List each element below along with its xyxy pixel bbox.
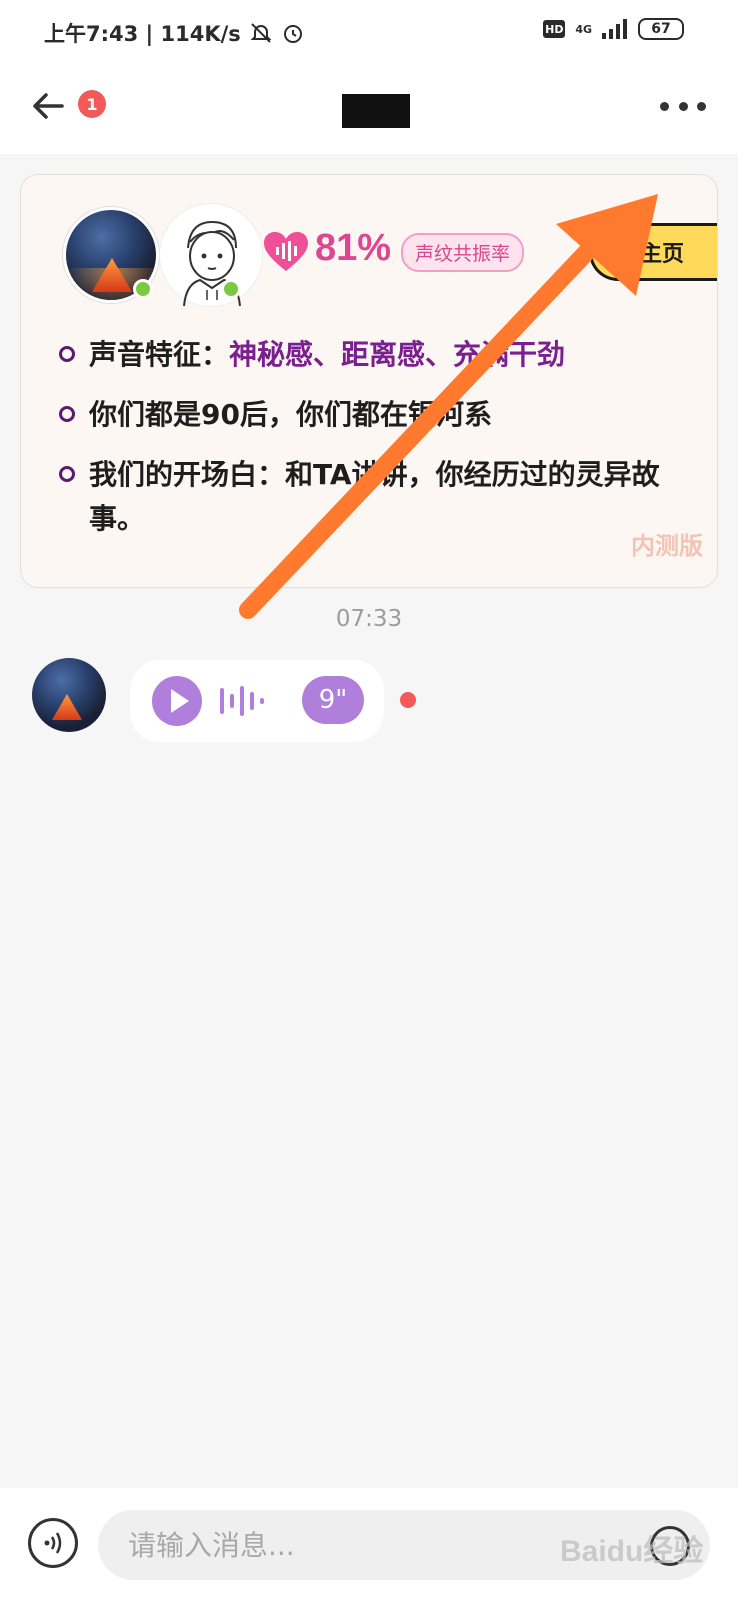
bullet-icon [59,406,75,422]
back-arrow-icon[interactable] [28,84,72,128]
unplayed-indicator [400,692,416,708]
alarm-icon [283,25,302,43]
match-card: 81% 声纹共振率 看主页 声音特征：神秘感、距离感、充满干劲 你们都是90后，… [20,174,718,588]
voice-message-bubble[interactable]: 9" [130,660,384,742]
message-timestamp: 07:33 [335,606,403,632]
status-left: 上午7:43 | 114K/s [44,18,305,48]
play-icon[interactable] [152,676,202,726]
unread-badge: 1 [78,90,106,118]
bullet-icon [59,466,75,482]
bullet-icon [59,346,75,362]
battery-icon: 67 [638,18,684,40]
voice-input-icon[interactable] [28,1518,78,1568]
view-profile-button[interactable]: 看主页 [589,223,717,281]
more-options-button[interactable] [660,88,706,124]
match-percent: 81% [315,227,392,269]
baidu-watermark: Baidu经验 [560,1535,704,1568]
online-indicator [221,279,241,299]
status-bar: 上午7:43 | 114K/s HD 4G 67 [0,0,738,66]
status-right: HD 4G 67 [543,18,684,40]
trait-item: 声音特征：神秘感、距离感、充满干劲 [59,333,689,377]
trait-item: 我们的开场白：和TA讲讲，你经历过的灵异故事。 [59,453,689,541]
dot-icon [697,101,706,111]
match-avatar[interactable] [159,203,263,307]
match-percent-label: 声纹共振率 [401,233,525,272]
mute-bell-icon [250,23,272,43]
dot-icon [678,101,688,111]
dot-icon [660,101,669,111]
voice-duration: 9" [302,676,364,724]
sender-avatar[interactable] [32,658,106,732]
nav-bar: 1 ████ [0,66,738,154]
status-time-speed: 上午7:43 | 114K/s [44,22,241,46]
signal-icon [602,19,627,39]
trait-list: 声音特征：神秘感、距离感、充满干劲 你们都是90后，你们都在银河系 我们的开场白… [59,333,689,557]
heart-soundwave-icon [264,232,308,271]
network-type: 4G [575,22,592,36]
page-title-redacted: ████ [342,94,410,128]
hd-icon: HD [543,20,566,38]
cartoon-boy-icon [183,220,241,307]
soundwave-icon [220,682,264,720]
online-indicator [133,279,153,299]
beta-stamp: 内测版 [631,532,703,560]
trait-item: 你们都是90后，你们都在银河系 [59,393,689,437]
